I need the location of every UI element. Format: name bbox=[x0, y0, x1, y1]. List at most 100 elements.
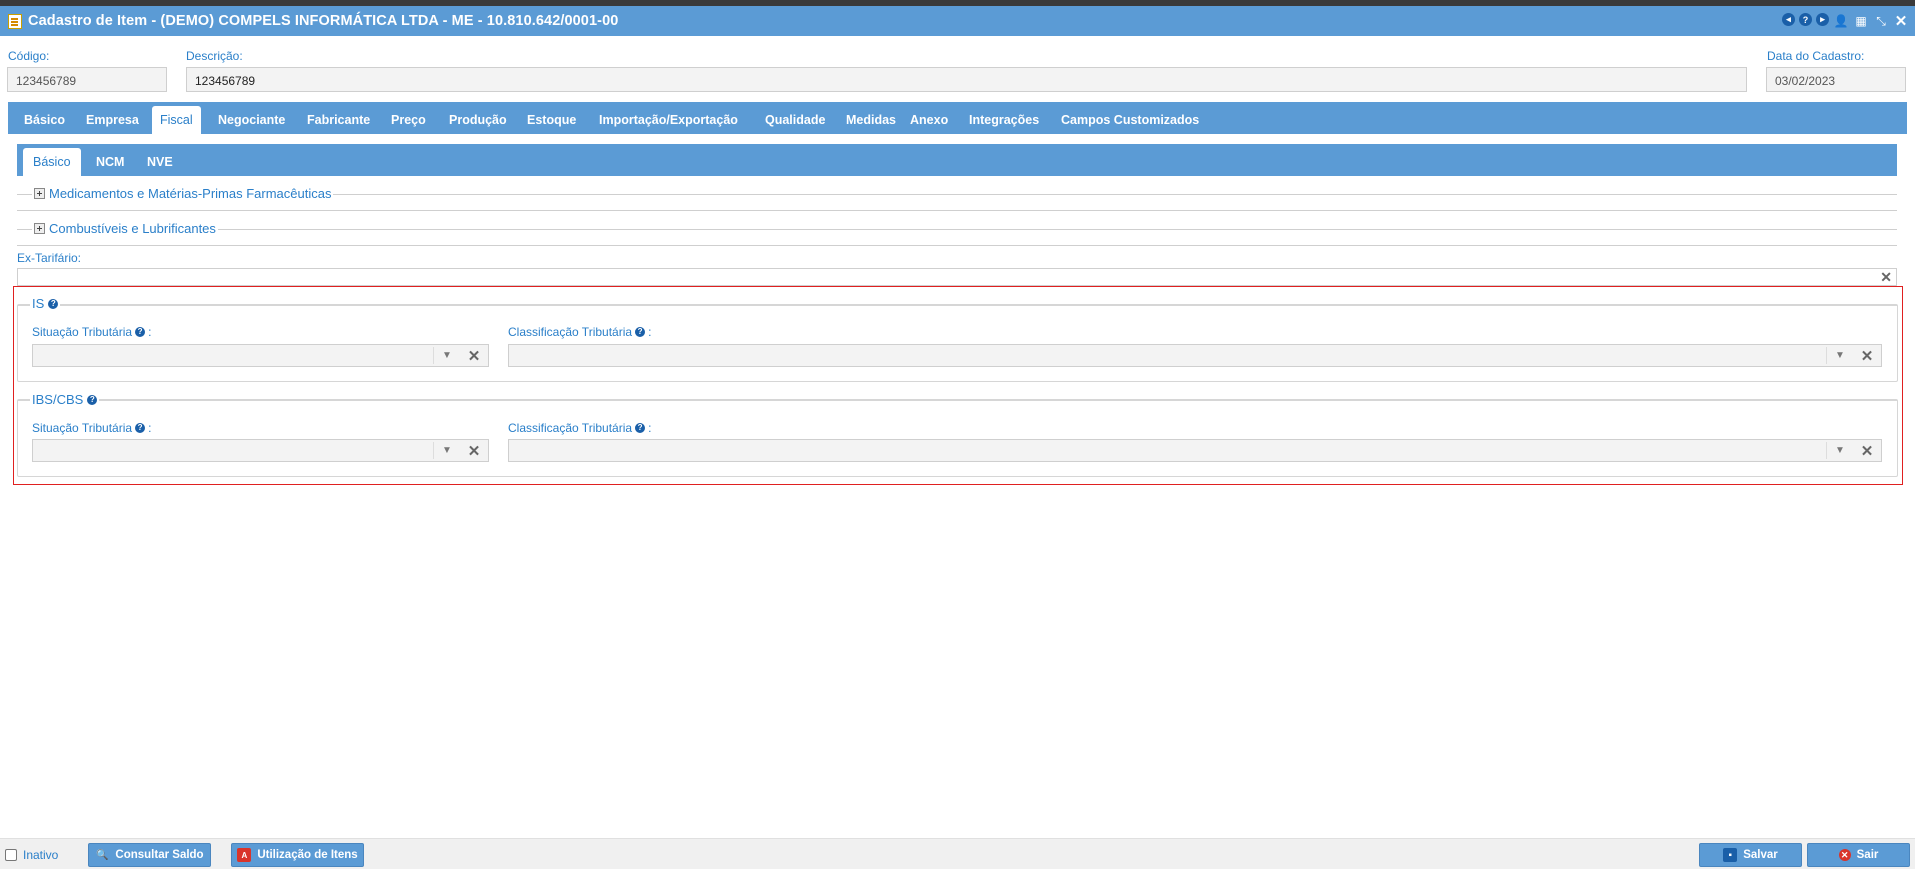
forward-icon[interactable]: ▸ bbox=[1816, 13, 1829, 26]
salvar-label: Salvar bbox=[1743, 849, 1778, 861]
tab-integracoes[interactable]: Integrações bbox=[961, 106, 1047, 134]
subtab-nve[interactable]: NVE bbox=[139, 148, 181, 176]
is-legend: IS ? bbox=[30, 296, 61, 311]
combustiveis-section-toggle[interactable]: Combustíveis e Lubrificantes bbox=[32, 221, 218, 236]
tab-producao[interactable]: Produção bbox=[441, 106, 515, 134]
chevron-down-icon[interactable]: ▼ bbox=[1829, 345, 1851, 366]
clear-x-icon[interactable]: ✕ bbox=[463, 345, 485, 366]
help-icon[interactable]: ? bbox=[635, 423, 646, 433]
chevron-down-icon[interactable]: ▼ bbox=[436, 440, 458, 461]
help-icon[interactable]: ? bbox=[87, 394, 98, 405]
utilizacao-itens-button[interactable]: A Utilização de Itens bbox=[231, 843, 364, 867]
ibs-situacao-select[interactable]: ▼ ✕ bbox=[32, 439, 489, 462]
consultar-saldo-label: Consultar Saldo bbox=[115, 849, 204, 861]
classificacao-text: Classificação Tributária bbox=[508, 421, 633, 435]
tab-estoque[interactable]: Estoque bbox=[519, 106, 584, 134]
tab-preco[interactable]: Preço bbox=[383, 106, 434, 134]
combustiveis-divider bbox=[17, 229, 1897, 230]
is-classificacao-label: Classificação Tributária ?: bbox=[508, 325, 651, 339]
pdf-icon: A bbox=[237, 848, 252, 862]
tab-empresa[interactable]: Empresa bbox=[78, 106, 147, 134]
separator bbox=[1826, 442, 1827, 459]
sair-button[interactable]: ✕ Sair bbox=[1807, 843, 1910, 867]
is-title: IS bbox=[32, 296, 45, 311]
separator bbox=[1826, 347, 1827, 364]
tab-anexo[interactable]: Anexo bbox=[902, 106, 956, 134]
main-tab-bar: Básico Empresa Fiscal Negociante Fabrica… bbox=[8, 102, 1907, 134]
medicamentos-bottom bbox=[17, 210, 1897, 211]
ibs-cbs-title: IBS/CBS bbox=[32, 392, 84, 407]
consultar-saldo-button[interactable]: 🔍 Consultar Saldo bbox=[88, 843, 211, 867]
tab-campos-customizados[interactable]: Campos Customizados bbox=[1053, 106, 1207, 134]
ibs-situacao-label: Situação Tributária ?: bbox=[32, 421, 151, 435]
ex-tarifario-label: Ex-Tarifário: bbox=[17, 251, 82, 265]
magnifier-icon: 🔍 bbox=[96, 849, 109, 861]
colon: : bbox=[148, 421, 152, 435]
window-title: Cadastro de Item - (DEMO) COMPELS INFORM… bbox=[28, 13, 619, 29]
tab-basico[interactable]: Básico bbox=[16, 106, 73, 134]
expand-plus-icon bbox=[34, 188, 45, 199]
separator bbox=[433, 442, 434, 459]
colon: : bbox=[148, 325, 152, 339]
back-icon[interactable]: ◂ bbox=[1782, 13, 1795, 26]
descricao-field[interactable]: 123456789 bbox=[186, 67, 1747, 92]
ibs-cbs-legend: IBS/CBS ? bbox=[30, 392, 100, 407]
is-situacao-label: Situação Tributária ?: bbox=[32, 325, 151, 339]
calendar-icon[interactable]: ▦ bbox=[1853, 13, 1869, 29]
combustiveis-title: Combustíveis e Lubrificantes bbox=[49, 221, 216, 236]
help-icon[interactable]: ? bbox=[48, 298, 59, 309]
help-icon[interactable]: ? bbox=[1799, 13, 1812, 26]
clear-x-icon[interactable]: ✕ bbox=[1880, 269, 1892, 286]
save-icon: ▪ bbox=[1723, 848, 1738, 862]
chevron-down-icon[interactable]: ▼ bbox=[1829, 440, 1851, 461]
title-bar: Cadastro de Item - (DEMO) COMPELS INFORM… bbox=[0, 6, 1915, 36]
tab-qualidade[interactable]: Qualidade bbox=[757, 106, 833, 134]
expand-plus-icon bbox=[34, 223, 45, 234]
ibs-classificacao-select[interactable]: ▼ ✕ bbox=[508, 439, 1882, 462]
ibs-cbs-group bbox=[17, 399, 1898, 477]
sair-label: Sair bbox=[1856, 849, 1879, 861]
separator bbox=[433, 347, 434, 364]
footer-bar: Inativo 🔍 Consultar Saldo A Utilização d… bbox=[0, 838, 1915, 869]
collapse-icon[interactable]: ⤡ bbox=[1873, 13, 1889, 29]
tab-negociante[interactable]: Negociante bbox=[210, 106, 293, 134]
subtab-ncm[interactable]: NCM bbox=[88, 148, 132, 176]
window-controls: ◂ ? ▸ 👤 ▦ ⤡ ✕ bbox=[1782, 13, 1909, 30]
utilizacao-itens-label: Utilização de Itens bbox=[257, 849, 358, 861]
codigo-field[interactable]: 123456789 bbox=[7, 67, 167, 92]
situacao-text: Situação Tributária bbox=[32, 421, 133, 435]
clear-x-icon[interactable]: ✕ bbox=[1856, 440, 1878, 461]
inativo-label[interactable]: Inativo bbox=[23, 848, 58, 862]
tab-medidas[interactable]: Medidas bbox=[838, 106, 904, 134]
classificacao-text: Classificação Tributária bbox=[508, 325, 633, 339]
codigo-label: Código: bbox=[8, 49, 50, 63]
data-cadastro-field[interactable]: 03/02/2023 bbox=[1766, 67, 1906, 92]
combustiveis-bottom bbox=[17, 245, 1897, 246]
clear-x-icon[interactable]: ✕ bbox=[1856, 345, 1878, 366]
help-icon[interactable]: ? bbox=[635, 327, 646, 337]
medicamentos-section-toggle[interactable]: Medicamentos e Matérias-Primas Farmacêut… bbox=[32, 186, 334, 201]
is-classificacao-select[interactable]: ▼ ✕ bbox=[508, 344, 1882, 367]
sub-tab-bar: Básico NCM NVE bbox=[17, 144, 1897, 176]
tab-fiscal[interactable]: Fiscal bbox=[152, 106, 201, 134]
descricao-label: Descrição: bbox=[186, 49, 243, 63]
data-cadastro-label: Data do Cadastro: bbox=[1767, 49, 1865, 63]
medicamentos-title: Medicamentos e Matérias-Primas Farmacêut… bbox=[49, 186, 332, 201]
document-edit-icon bbox=[8, 13, 22, 29]
inativo-checkbox[interactable] bbox=[5, 849, 17, 861]
salvar-button[interactable]: ▪ Salvar bbox=[1699, 843, 1802, 867]
user-icon[interactable]: 👤 bbox=[1833, 13, 1849, 29]
tab-fabricante[interactable]: Fabricante bbox=[299, 106, 378, 134]
tab-importacao-exportacao[interactable]: Importação/Exportação bbox=[591, 106, 746, 134]
help-icon[interactable]: ? bbox=[135, 423, 146, 433]
chevron-down-icon[interactable]: ▼ bbox=[436, 345, 458, 366]
subtab-basico[interactable]: Básico bbox=[23, 148, 81, 176]
is-situacao-select[interactable]: ▼ ✕ bbox=[32, 344, 489, 367]
ibs-classificacao-label: Classificação Tributária ?: bbox=[508, 421, 651, 435]
close-icon[interactable]: ✕ bbox=[1893, 13, 1909, 30]
colon: : bbox=[648, 421, 652, 435]
situacao-text: Situação Tributária bbox=[32, 325, 133, 339]
ex-tarifario-field[interactable]: ✕ bbox=[17, 268, 1897, 286]
clear-x-icon[interactable]: ✕ bbox=[463, 440, 485, 461]
help-icon[interactable]: ? bbox=[135, 327, 146, 337]
